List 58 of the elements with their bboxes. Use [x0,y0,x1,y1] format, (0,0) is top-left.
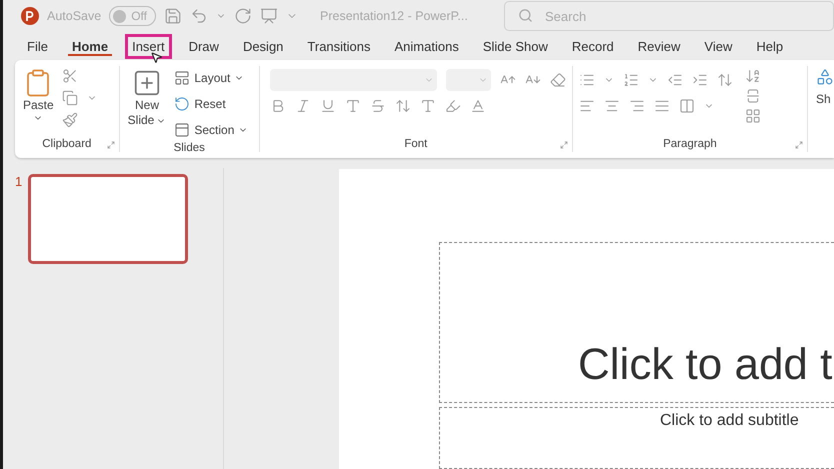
undo-icon[interactable] [190,7,208,26]
group-title: Font [404,138,428,152]
slide-number: 1 [15,174,22,189]
document-title: Presentation12 - PowerP... [320,9,468,24]
slide-thumbnail[interactable] [28,174,188,264]
search-field[interactable]: Search [504,1,834,32]
reset-icon [174,96,190,112]
save-icon[interactable] [164,7,182,26]
underline-icon[interactable] [320,98,336,114]
search-icon [518,8,533,24]
clear-formatting-icon[interactable] [550,72,566,88]
app-logo-icon [21,7,39,26]
align-left-icon[interactable] [578,98,595,114]
ribbon-tab[interactable]: File [20,34,55,59]
ribbon-tab[interactable]: Slide Show [476,34,555,59]
ribbon-tab[interactable]: Design [236,34,290,59]
launcher-icon[interactable] [560,141,568,149]
ribbon-tab[interactable]: View [697,34,740,59]
paste-button[interactable]: Paste [21,68,56,123]
ribbon-tab[interactable]: Help [749,34,790,59]
title-placeholder[interactable]: Click to add t [439,242,834,404]
new-slide-button[interactable]: New Slide [126,68,168,128]
ribbon-tab[interactable]: Home [64,34,116,59]
ribbon-tab[interactable]: Review [630,34,688,59]
strikethrough-icon[interactable] [370,98,386,114]
align-right-icon[interactable] [628,98,645,114]
ribbon-tab[interactable]: Animations [388,34,466,59]
numbering-icon[interactable] [622,72,639,88]
align-center-icon[interactable] [604,98,620,114]
line-spacing-icon[interactable] [716,72,733,88]
columns-icon[interactable] [678,98,695,114]
launcher-icon[interactable] [795,141,804,149]
justify-icon[interactable] [654,98,670,114]
redo-icon[interactable] [234,7,252,26]
highlighter-icon[interactable] [444,98,461,114]
new-slide-icon [132,68,162,98]
presentation-icon[interactable] [260,7,278,26]
section-icon [174,122,190,138]
decrease-indent-icon[interactable] [666,72,683,88]
ribbon-tab[interactable]: Transitions [300,34,378,59]
shapes-label[interactable]: Sh [816,92,834,106]
copy-icon[interactable] [62,90,78,106]
group-title: Paragraph [663,138,717,152]
group-title: Slides [174,142,205,156]
shapes-icon[interactable] [816,68,834,86]
smartart-icon[interactable] [744,108,761,124]
ribbon-tab[interactable]: Draw [182,34,226,59]
launcher-icon[interactable] [106,141,115,149]
increase-indent-icon[interactable] [692,72,708,88]
ribbon-tab[interactable]: Record [564,34,621,59]
reset-button[interactable]: Reset [174,94,248,114]
group-title: Clipboard [42,138,92,152]
layout-button[interactable]: Layout [174,68,248,88]
autosave-label: AutoSave [47,9,102,24]
font-color-icon[interactable] [470,98,486,114]
section-button[interactable]: Section [174,120,248,140]
layout-icon [174,70,190,86]
subtitle-placeholder[interactable]: Click to add subtitle [439,407,834,469]
